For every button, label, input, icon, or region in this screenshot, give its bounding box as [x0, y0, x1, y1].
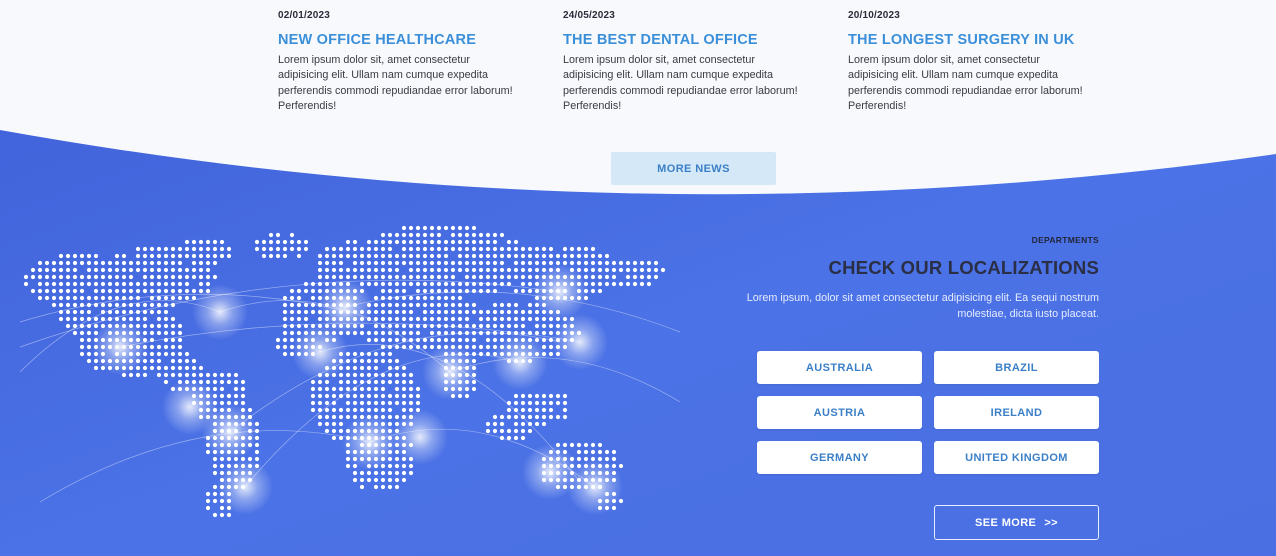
see-more-label: SEE MORE	[975, 517, 1037, 529]
news-title-link[interactable]: THE LONGEST SURGERY IN UK	[848, 32, 1088, 48]
news-card: 20/10/2023 THE LONGEST SURGERY IN UK Lor…	[848, 10, 1088, 114]
location-button-united-kingdom[interactable]: UNITED KINGDOM	[934, 441, 1099, 474]
dotted-world-map-icon	[20, 225, 680, 518]
double-chevron-right-icon: >>	[1044, 517, 1058, 529]
location-button-austria[interactable]: AUSTRIA	[757, 396, 922, 429]
news-card: 24/05/2023 THE BEST DENTAL OFFICE Lorem …	[563, 10, 803, 114]
location-button-germany[interactable]: GERMANY	[757, 441, 922, 474]
news-title-link[interactable]: THE BEST DENTAL OFFICE	[563, 32, 803, 48]
news-excerpt: Lorem ipsum dolor sit, amet consectetur …	[563, 54, 798, 112]
location-button-australia[interactable]: AUSTRALIA	[757, 351, 922, 384]
news-excerpt: Lorem ipsum dolor sit, amet consectetur …	[278, 54, 513, 112]
section-description: Lorem ipsum, dolor sit amet consectetur …	[746, 292, 1099, 320]
location-button-ireland[interactable]: IRELAND	[934, 396, 1099, 429]
news-section: 02/01/2023 NEW OFFICE HEALTHCARE Lorem i…	[0, 0, 1276, 140]
news-date: 24/05/2023	[563, 10, 616, 21]
section-heading: CHECK OUR LOCALIZATIONS	[828, 257, 1099, 278]
see-more-button[interactable]: SEE MORE >>	[934, 505, 1099, 540]
news-date: 20/10/2023	[848, 10, 901, 21]
news-excerpt: Lorem ipsum dolor sit, amet consectetur …	[848, 54, 1083, 112]
news-title-link[interactable]: NEW OFFICE HEALTHCARE	[278, 32, 518, 48]
departments-eyebrow: DEPARTMENTS	[1031, 235, 1099, 245]
news-card: 02/01/2023 NEW OFFICE HEALTHCARE Lorem i…	[278, 10, 518, 114]
location-button-brazil[interactable]: BRAZIL	[934, 351, 1099, 384]
news-date: 02/01/2023	[278, 10, 331, 21]
more-news-button[interactable]: MORE NEWS	[611, 152, 776, 185]
